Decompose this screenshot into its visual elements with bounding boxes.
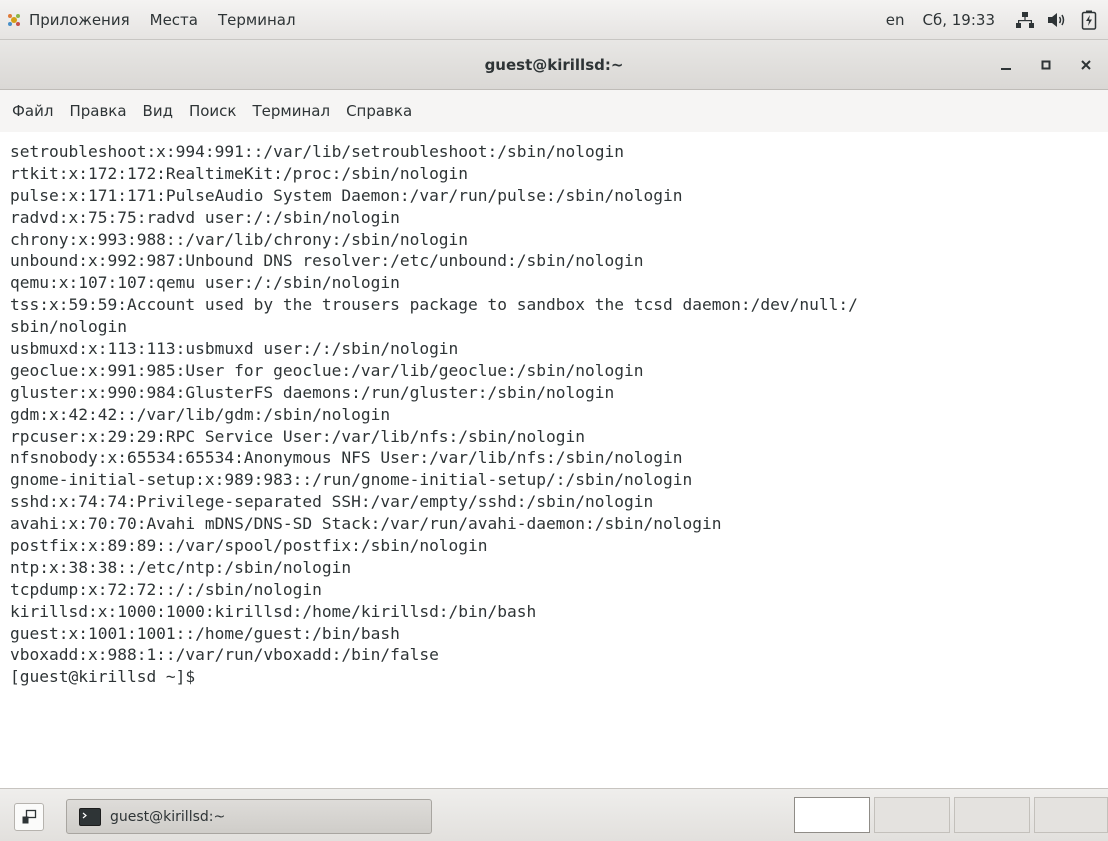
window-titlebar[interactable]: guest@kirillsd:~ [0, 40, 1108, 90]
terminal-line: gnome-initial-setup:x:989:983::/run/gnom… [10, 470, 693, 490]
workspace-2[interactable] [874, 797, 950, 833]
terminal-line: rpcuser:x:29:29:RPC Service User:/var/li… [10, 426, 585, 446]
applications-icon [6, 12, 22, 28]
terminal-line: vboxadd:x:988:1::/var/run/vboxadd:/bin/f… [10, 645, 439, 665]
bottom-taskbar: guest@kirillsd:~ [0, 788, 1108, 841]
menu-file[interactable]: Файл [4, 102, 61, 120]
terminal-line: guest:x:1001:1001::/home/guest:/bin/bash [10, 623, 400, 643]
places-menu[interactable]: Места [140, 0, 208, 39]
menu-edit[interactable]: Правка [61, 102, 134, 120]
battery-icon[interactable] [1078, 9, 1100, 31]
menu-search[interactable]: Поиск [181, 102, 245, 120]
show-desktop-button[interactable] [14, 803, 44, 831]
workspace-3[interactable] [954, 797, 1030, 833]
terminal-line: radvd:x:75:75:radvd user:/:/sbin/nologin [10, 207, 400, 227]
terminal-line: rtkit:x:172:172:RealtimeKit:/proc:/sbin/… [10, 163, 469, 183]
terminal-line: pulse:x:171:171:PulseAudio System Daemon… [10, 185, 683, 205]
terminal-line: gdm:x:42:42::/var/lib/gdm:/sbin/nologin [10, 404, 391, 424]
taskbar-window-label: guest@kirillsd:~ [110, 808, 226, 825]
terminal-line: ntp:x:38:38::/etc/ntp:/sbin/nologin [10, 557, 352, 577]
terminal-line: gluster:x:990:984:GlusterFS daemons:/run… [10, 382, 615, 402]
terminal-line: unbound:x:992:987:Unbound DNS resolver:/… [10, 251, 644, 271]
terminal-line: sbin/nologin [10, 317, 127, 337]
network-icon[interactable] [1014, 9, 1036, 31]
terminal-line: [guest@kirillsd ~]$ [10, 667, 205, 687]
clock[interactable]: Сб, 19:33 [914, 11, 1010, 29]
top-panel: Приложения Места Терминал en Сб, 19:33 [0, 0, 1108, 40]
minimize-button[interactable] [988, 50, 1024, 80]
window-title: guest@kirillsd:~ [484, 55, 624, 74]
terminal-line: avahi:x:70:70:Avahi mDNS/DNS-SD Stack:/v… [10, 514, 722, 534]
show-desktop-icon [22, 809, 37, 824]
terminal-line: setroubleshoot:x:994:991::/var/lib/setro… [10, 142, 624, 161]
terminal-line: postfix:x:89:89::/var/spool/postfix:/sbi… [10, 536, 488, 556]
terminal-app-menu[interactable]: Терминал [208, 0, 306, 39]
terminal-icon [79, 807, 101, 826]
terminal-line: kirillsd:x:1000:1000:kirillsd:/home/kiri… [10, 601, 537, 621]
volume-icon[interactable] [1046, 9, 1068, 31]
close-button[interactable] [1068, 50, 1104, 80]
applications-label: Приложения [29, 10, 130, 29]
terminal-line: tcpdump:x:72:72::/:/sbin/nologin [10, 579, 322, 599]
maximize-button[interactable] [1028, 50, 1064, 80]
applications-menu[interactable]: Приложения [0, 0, 140, 39]
terminal-line: tss:x:59:59:Account used by the trousers… [10, 295, 858, 315]
menu-view[interactable]: Вид [135, 102, 181, 120]
terminal-line: nfsnobody:x:65534:65534:Anonymous NFS Us… [10, 448, 683, 468]
terminal-line: qemu:x:107:107:qemu user:/:/sbin/nologin [10, 273, 400, 293]
terminal-line: sshd:x:74:74:Privilege-separated SSH:/va… [10, 492, 654, 512]
window-controls [988, 40, 1108, 90]
terminal-line: geoclue:x:991:985:User for geoclue:/var/… [10, 360, 644, 380]
menu-help[interactable]: Справка [338, 102, 420, 120]
workspace-4[interactable] [1034, 797, 1108, 833]
terminal-line: usbmuxd:x:113:113:usbmuxd user:/:/sbin/n… [10, 339, 459, 359]
menu-terminal[interactable]: Терминал [244, 102, 338, 120]
keyboard-layout-indicator[interactable]: en [877, 11, 914, 29]
terminal-line: chrony:x:993:988::/var/lib/chrony:/sbin/… [10, 229, 469, 249]
terminal-view[interactable]: setroubleshoot:x:994:991::/var/lib/setro… [0, 132, 1108, 788]
taskbar-window-terminal[interactable]: guest@kirillsd:~ [66, 799, 432, 834]
terminal-output[interactable]: setroubleshoot:x:994:991::/var/lib/setro… [0, 132, 1108, 688]
workspace-1[interactable] [794, 797, 870, 833]
terminal-menubar: Файл Правка Вид Поиск Терминал Справка [0, 90, 1108, 132]
